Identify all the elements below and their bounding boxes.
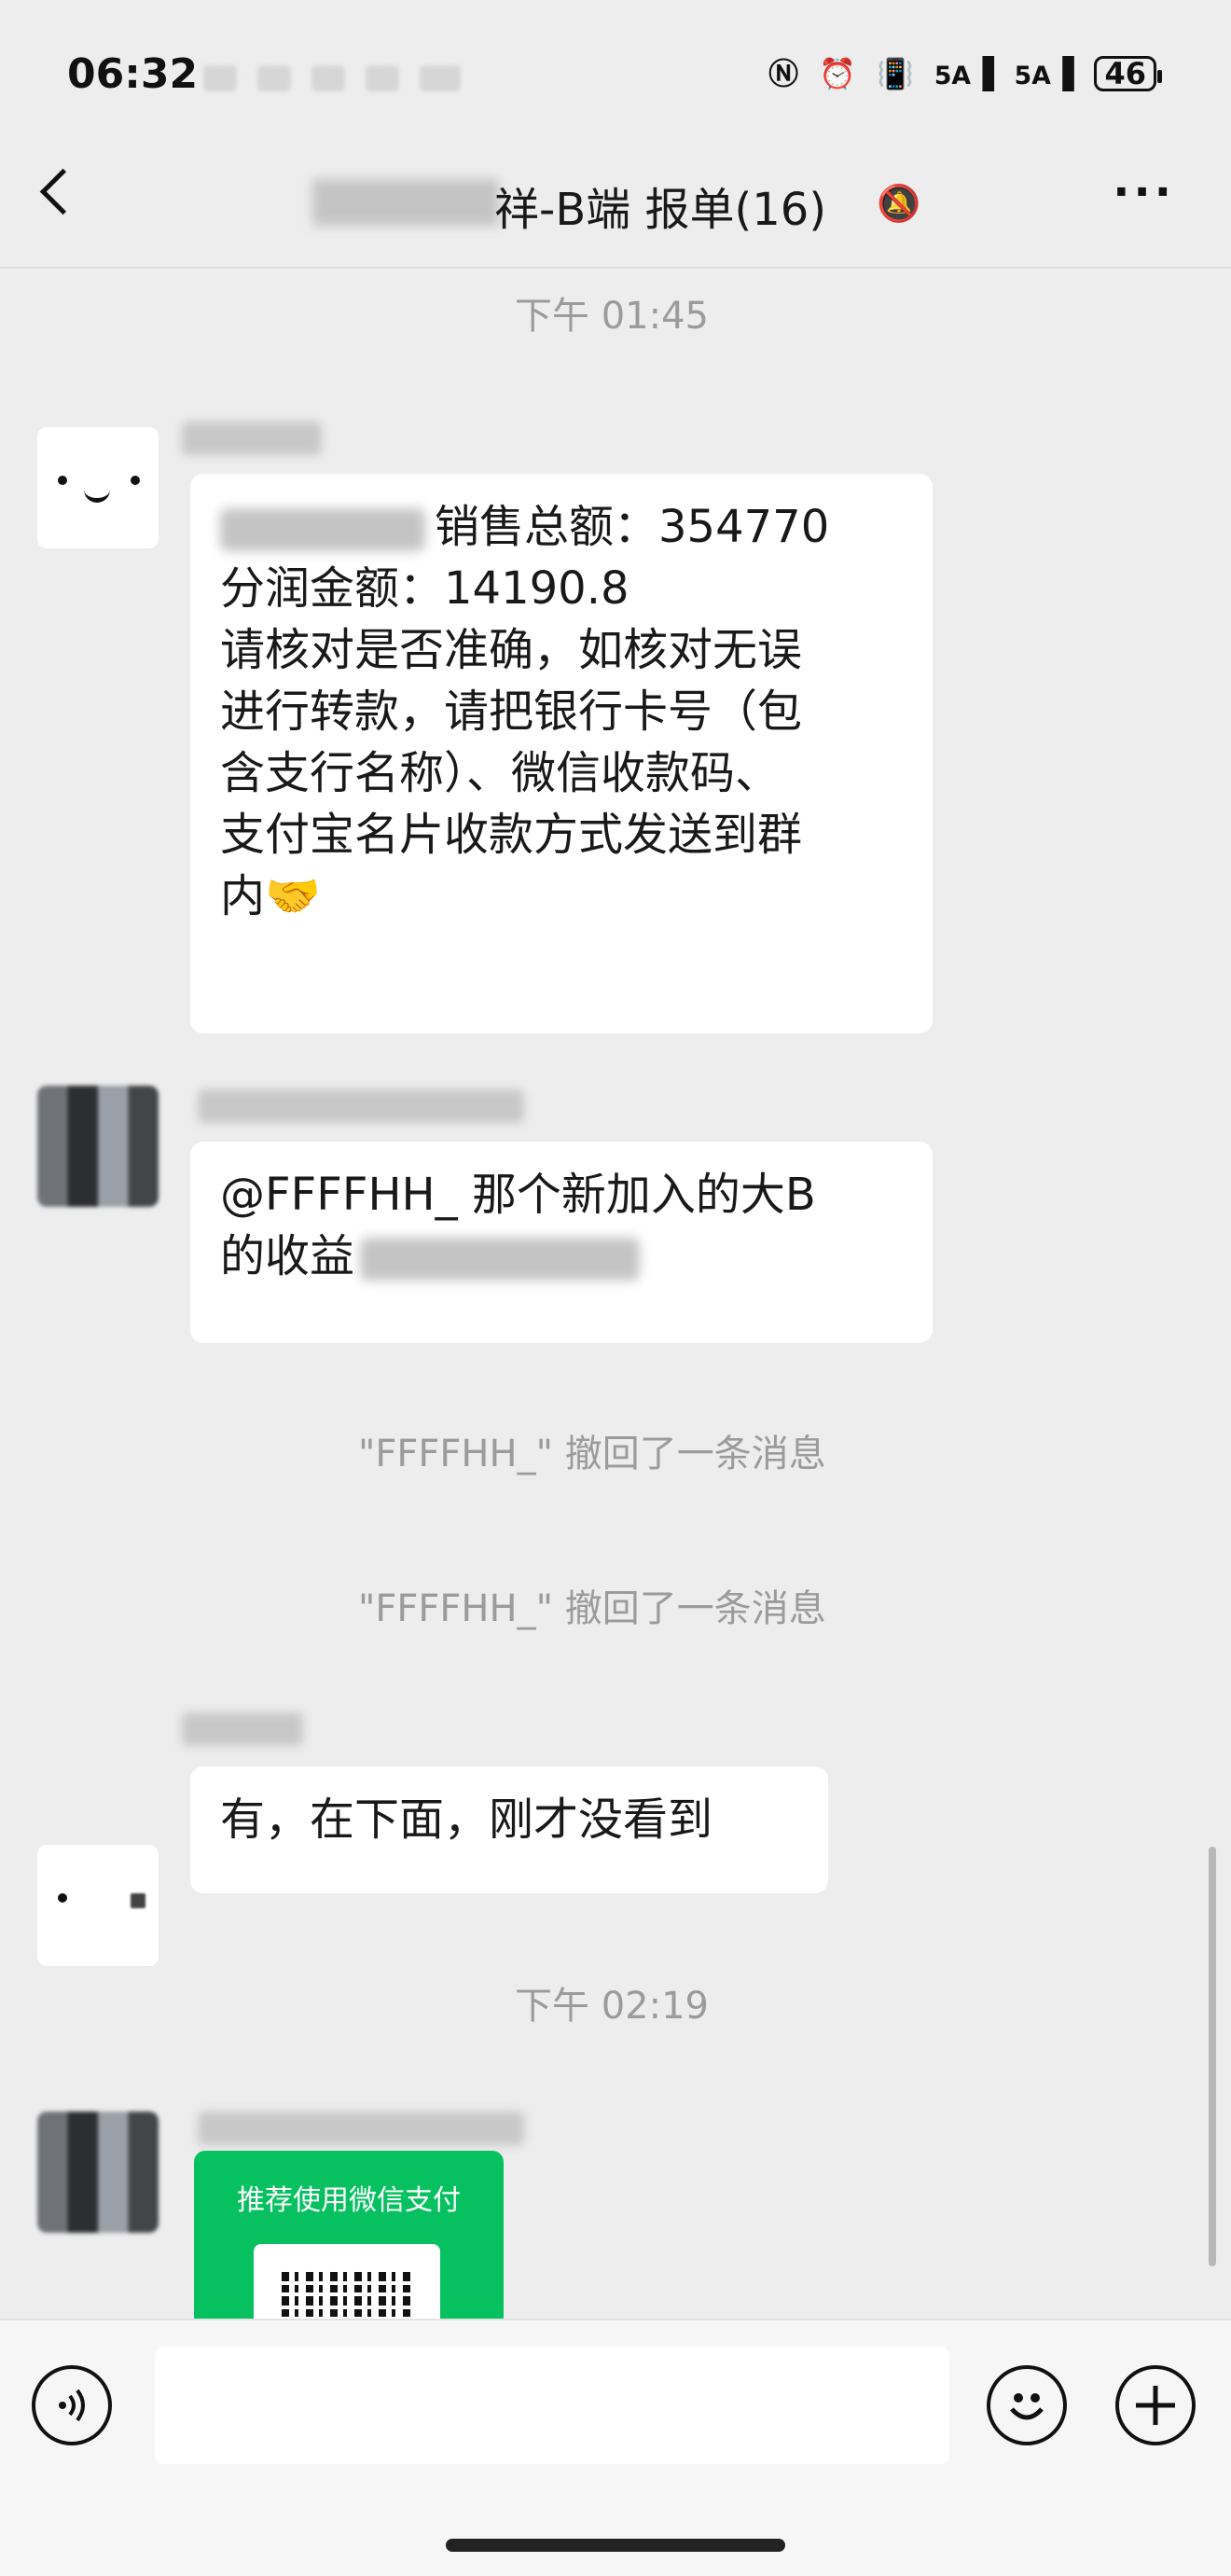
message-line: 销售总额：354770	[220, 496, 903, 558]
message-line: 的收益	[220, 1226, 903, 1287]
message-bubble[interactable]: 销售总额：354770 分润金额：14190.8 请核对是否准确，如核对无误 进…	[190, 474, 933, 1033]
alarm-icon: ⏰	[819, 56, 857, 91]
plus-icon[interactable]	[1115, 2365, 1196, 2445]
back-icon[interactable]	[39, 168, 87, 215]
avatar[interactable]	[37, 1845, 159, 1966]
message-bubble[interactable]: @FFFFHH_ 那个新加入的大B 的收益	[190, 1142, 933, 1343]
message-line: 有，在下面，刚才没看到	[220, 1794, 713, 1846]
signal-icon: 5A▐	[1014, 55, 1074, 91]
message-line: @FFFFHH_ 那个新加入的大B	[220, 1169, 816, 1221]
message-line: 进行转款，请把银行卡号（包	[220, 686, 803, 738]
redacted-title	[312, 179, 499, 226]
payment-card-title: 推荐使用微信支付	[237, 2184, 461, 2217]
sender-name	[198, 2112, 524, 2145]
message-line: 内🤝	[220, 870, 321, 922]
notification-icon	[311, 65, 345, 91]
timestamp: 下午 01:45	[515, 295, 709, 338]
notification-icon	[257, 65, 291, 91]
voice-icon[interactable]	[32, 2365, 112, 2445]
recall-notice: "FFFFHH_" 撤回了一条消息	[358, 1433, 826, 1475]
sender-name	[182, 422, 322, 455]
notification-icon	[203, 65, 237, 91]
qr-code	[254, 2244, 440, 2328]
home-indicator[interactable]	[446, 2539, 785, 2552]
avatar[interactable]	[37, 2112, 159, 2233]
payment-card[interactable]: 推荐使用微信支付	[194, 2151, 504, 2328]
scrollbar[interactable]	[1209, 1847, 1216, 2266]
vibrate-icon: 📳	[877, 56, 914, 91]
system-icons: Ⓝ ⏰ 📳 5A▐ 5A▐ 46	[768, 55, 1162, 91]
message-line: 支付宝名片收款方式发送到群	[220, 809, 803, 861]
chat-title: 祥-B端 报单(16)	[494, 184, 827, 236]
redacted-text	[220, 508, 425, 551]
notification-icon	[420, 65, 461, 91]
notification-icon	[366, 65, 399, 91]
message-bubble[interactable]: 有，在下面，刚才没看到	[190, 1766, 828, 1893]
sender-name	[182, 1712, 303, 1746]
battery-icon: 46	[1094, 56, 1162, 91]
message-input[interactable]	[155, 2347, 949, 2464]
mute-bell-icon: 🔕	[877, 183, 921, 224]
redacted-text	[360, 1238, 641, 1281]
message-line: 含支行名称）、微信收款码、	[220, 747, 781, 799]
message-line: 分润金额：14190.8	[220, 562, 629, 615]
avatar[interactable]	[37, 427, 159, 548]
status-time: 06:32	[67, 50, 199, 98]
timestamp: 下午 02:19	[515, 1985, 709, 2028]
recall-notice: "FFFFHH_" 撤回了一条消息	[358, 1587, 826, 1630]
nfc-icon: Ⓝ	[768, 56, 799, 91]
more-icon[interactable]: ···	[1113, 166, 1175, 218]
signal-icon: 5A▐	[934, 55, 994, 91]
message-line: 请核对是否准确，如核对无误	[220, 624, 803, 676]
avatar[interactable]	[37, 1086, 159, 1207]
emoji-icon[interactable]	[987, 2365, 1067, 2445]
sender-name	[198, 1089, 524, 1123]
nav-divider	[0, 267, 1231, 269]
